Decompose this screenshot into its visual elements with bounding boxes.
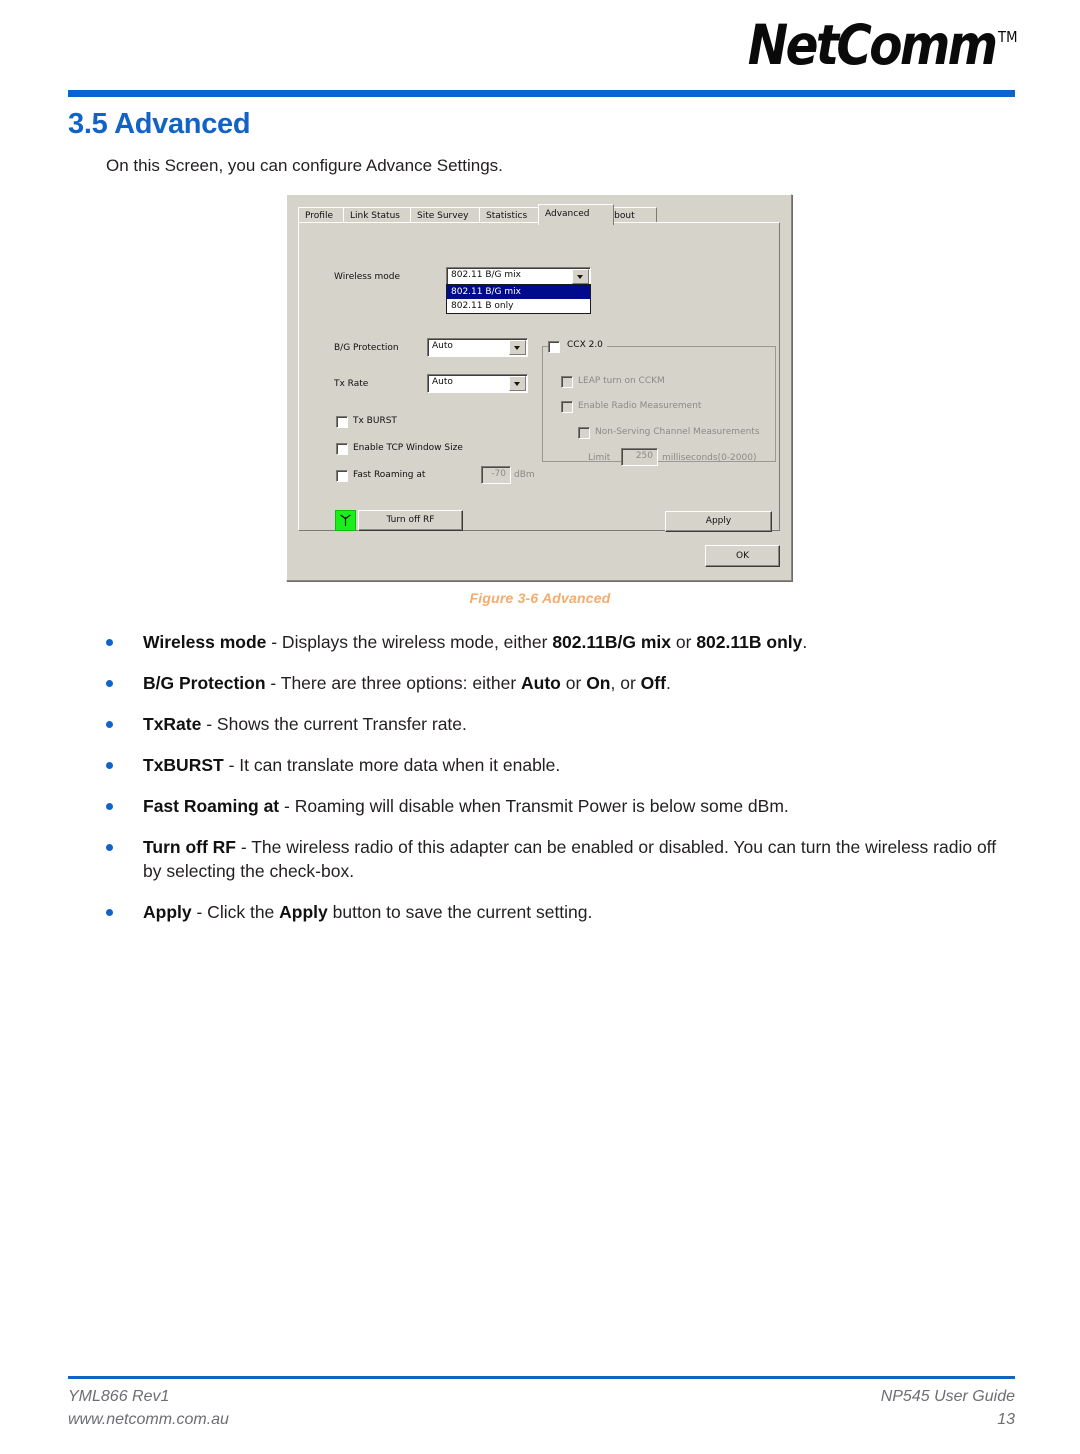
- list-item-text: button to save the current setting.: [327, 902, 593, 922]
- list-item-emphasis: 802.11B only: [696, 632, 803, 652]
- list-item-text: - Displays the wireless mode, either: [266, 632, 553, 652]
- tab-label: Advanced: [545, 209, 590, 219]
- dialog-inner: Profile Link Status Site Survey Statisti…: [292, 200, 786, 575]
- list-item-text: or: [671, 632, 697, 652]
- section-intro-text: On this Screen, you can configure Advanc…: [106, 156, 503, 175]
- list-item-term: TxBURST: [143, 755, 224, 775]
- list-item-term: TxRate: [143, 714, 202, 734]
- list-item-text: - Roaming will disable when Transmit Pow…: [279, 796, 789, 816]
- brand-wordmark: NetComm: [748, 13, 998, 77]
- dropdown-option-b-only[interactable]: 802.11 B only: [447, 299, 590, 313]
- list-item-term: B/G Protection: [143, 673, 266, 693]
- tx-rate-value: Auto: [432, 377, 453, 387]
- list-item-emphasis: On: [586, 673, 611, 693]
- document-page: NetComm TM 3.5 Advanced On this Screen, y…: [0, 0, 1080, 1454]
- list-item: Wireless mode - Displays the wireless mo…: [101, 630, 1006, 654]
- list-item-emphasis: Off: [640, 673, 666, 693]
- limit-label: Limit: [588, 453, 611, 463]
- list-item: TxBURST - It can translate more data whe…: [101, 753, 1006, 777]
- ok-button[interactable]: OK: [705, 545, 780, 567]
- list-item: B/G Protection - There are three options…: [101, 671, 1006, 695]
- list-item-emphasis: 802.11B/G mix: [552, 632, 672, 652]
- radio-measurement-checkbox[interactable]: [561, 401, 573, 413]
- list-item-text: - The wireless radio of this adapter can…: [143, 837, 997, 881]
- apply-label: Apply: [705, 516, 732, 526]
- list-item-text: .: [665, 673, 671, 693]
- list-item-emphasis: Auto: [521, 673, 561, 693]
- feature-description-list: Wireless mode - Displays the wireless mo…: [101, 630, 1006, 941]
- fast-roaming-checkbox[interactable]: [336, 470, 348, 482]
- list-item: Turn off RF - The wireless radio of this…: [101, 835, 1006, 883]
- bg-protection-label: B/G Protection: [334, 343, 399, 353]
- bg-protection-select[interactable]: Auto: [427, 338, 528, 357]
- page-title: 3.5 Advanced: [68, 108, 251, 140]
- list-item-term: Apply: [143, 902, 192, 922]
- fast-roaming-label: Fast Roaming at: [353, 470, 426, 480]
- chevron-down-icon[interactable]: [509, 340, 526, 355]
- tab-label: Profile: [305, 211, 333, 221]
- footer-left: YML866 Rev1 www.netcomm.com.au: [68, 1385, 229, 1431]
- tx-rate-label: Tx Rate: [334, 379, 369, 389]
- tab-label: Site Survey: [417, 211, 469, 221]
- netcomm-logo: NetComm TM: [748, 18, 1018, 73]
- fast-roaming-dbm-input[interactable]: -70: [481, 466, 511, 484]
- leap-cckm-checkbox[interactable]: [561, 376, 573, 388]
- dropdown-option-bg-mix[interactable]: 802.11 B/G mix: [447, 285, 590, 299]
- fast-roaming-unit-label: dBm: [514, 470, 535, 480]
- tx-burst-label: Tx BURST: [353, 416, 397, 426]
- list-item-term: Fast Roaming at: [143, 796, 280, 816]
- wireless-mode-label: Wireless mode: [334, 272, 401, 282]
- non-serving-channel-label: Non-Serving Channel Measurements: [595, 427, 760, 437]
- list-item: Apply - Click the Apply button to save t…: [101, 900, 1006, 924]
- tab-label: Statistics: [486, 211, 528, 221]
- list-item-text: or: [560, 673, 587, 693]
- figure-caption: Figure 3-6 Advanced: [469, 590, 611, 606]
- list-item: Fast Roaming at - Roaming will disable w…: [101, 794, 1006, 818]
- list-item-text: - Click the: [191, 902, 280, 922]
- limit-unit-label: milliseconds(0-2000): [662, 453, 757, 463]
- list-item-text: - It can translate more data when it ena…: [223, 755, 561, 775]
- apply-button[interactable]: Apply: [665, 511, 772, 532]
- leap-cckm-label: LEAP turn on CCKM: [578, 376, 665, 386]
- wireless-mode-value: 802.11 B/G mix: [451, 270, 521, 280]
- list-item: TxRate - Shows the current Transfer rate…: [101, 712, 1006, 736]
- footer-rule: [68, 1376, 1015, 1379]
- wireless-mode-dropdown-list[interactable]: 802.11 B/G mix 802.11 B only: [446, 284, 591, 314]
- advanced-tab-panel: Wireless mode 802.11 B/G mix 802.11 B/G …: [298, 222, 780, 532]
- antenna-icon: [335, 510, 356, 531]
- limit-value: 250: [635, 451, 653, 461]
- list-item-term: Turn off RF: [143, 837, 236, 857]
- tx-burst-checkbox[interactable]: [336, 416, 348, 428]
- footer-page-number: 13: [997, 1411, 1015, 1428]
- ccx-enable-checkbox[interactable]: [548, 341, 560, 353]
- chevron-down-icon[interactable]: [572, 269, 589, 284]
- non-serving-channel-checkbox[interactable]: [578, 427, 590, 439]
- list-item-term: Wireless mode: [143, 632, 267, 652]
- tcp-window-size-label: Enable TCP Window Size: [353, 443, 463, 453]
- ok-label: OK: [736, 551, 749, 561]
- list-item-text: , or: [610, 673, 641, 693]
- tab-advanced[interactable]: Advanced: [538, 204, 614, 225]
- list-item-text: .: [802, 632, 808, 652]
- footer-website[interactable]: www.netcomm.com.au: [68, 1408, 229, 1431]
- list-item-text: - There are three options: either: [265, 673, 522, 693]
- list-item-emphasis: Apply: [279, 902, 328, 922]
- fast-roaming-dbm-value: -70: [491, 469, 506, 479]
- footer-right: NP545 User Guide 13: [881, 1385, 1015, 1431]
- header-rule: [68, 90, 1015, 97]
- tx-rate-select[interactable]: Auto: [427, 374, 528, 393]
- limit-input[interactable]: 250: [621, 448, 658, 466]
- turn-off-rf-button[interactable]: Turn off RF: [358, 510, 463, 531]
- tcp-window-size-checkbox[interactable]: [336, 443, 348, 455]
- trademark-symbol: TM: [998, 28, 1018, 46]
- chevron-down-icon[interactable]: [509, 376, 526, 391]
- footer-doc-id: YML866 Rev1: [68, 1388, 170, 1405]
- tab-label: Link Status: [350, 211, 400, 221]
- turn-off-rf-label: Turn off RF: [386, 515, 435, 525]
- radio-measurement-label: Enable Radio Measurement: [578, 401, 702, 411]
- list-item-text: - Shows the current Transfer rate.: [201, 714, 467, 734]
- advanced-settings-dialog: Profile Link Status Site Survey Statisti…: [286, 194, 792, 581]
- bg-protection-value: Auto: [432, 341, 453, 351]
- footer-guide-title: NP545 User Guide: [880, 1388, 1015, 1405]
